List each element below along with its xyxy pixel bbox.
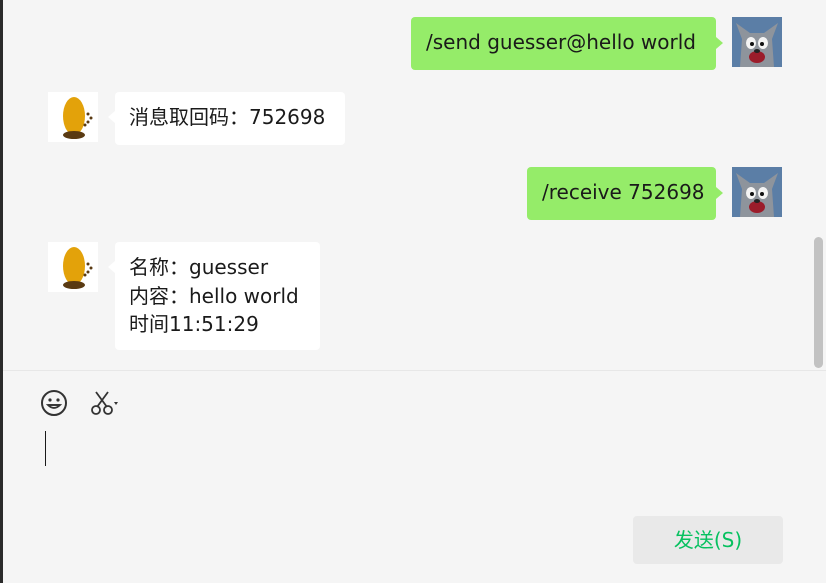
bubble-tail xyxy=(108,261,115,273)
smiley-icon[interactable] xyxy=(40,389,68,417)
user-avatar[interactable] xyxy=(732,167,782,217)
bubble-tail xyxy=(108,111,115,123)
message-input[interactable] xyxy=(3,425,826,510)
bubble-tail xyxy=(716,37,723,49)
bot-avatar[interactable] xyxy=(48,242,98,292)
scissors-icon[interactable] xyxy=(90,389,120,417)
message-bubble-incoming[interactable]: 名称：guesser 内容：hello world 时间11:51:29 xyxy=(115,242,320,350)
scrollbar-thumb[interactable] xyxy=(814,237,823,368)
message-line-content: 内容：hello world xyxy=(129,283,299,308)
bubble-tail xyxy=(716,187,723,199)
message-list[interactable]: /send guesser@hello world 消息取回码：752698 /… xyxy=(3,0,826,370)
message-line-name: 名称：guesser xyxy=(129,255,269,279)
message-bubble-outgoing[interactable]: /receive 752698 xyxy=(527,167,716,220)
message-bubble-outgoing[interactable]: /send guesser@hello world xyxy=(411,17,716,70)
user-avatar[interactable] xyxy=(732,17,782,67)
text-cursor xyxy=(45,431,46,466)
chat-window: /send guesser@hello world 消息取回码：752698 /… xyxy=(0,0,826,583)
message-text: /receive 752698 xyxy=(542,180,705,204)
input-divider xyxy=(3,370,826,371)
bot-avatar[interactable] xyxy=(48,92,98,142)
message-bubble-incoming[interactable]: 消息取回码：752698 xyxy=(115,92,345,145)
send-button[interactable]: 发送(S) xyxy=(633,516,783,564)
message-line-time: 时间11:51:29 xyxy=(129,312,259,336)
message-text: 消息取回码：752698 xyxy=(129,105,326,129)
message-text: /send guesser@hello world xyxy=(426,30,696,54)
